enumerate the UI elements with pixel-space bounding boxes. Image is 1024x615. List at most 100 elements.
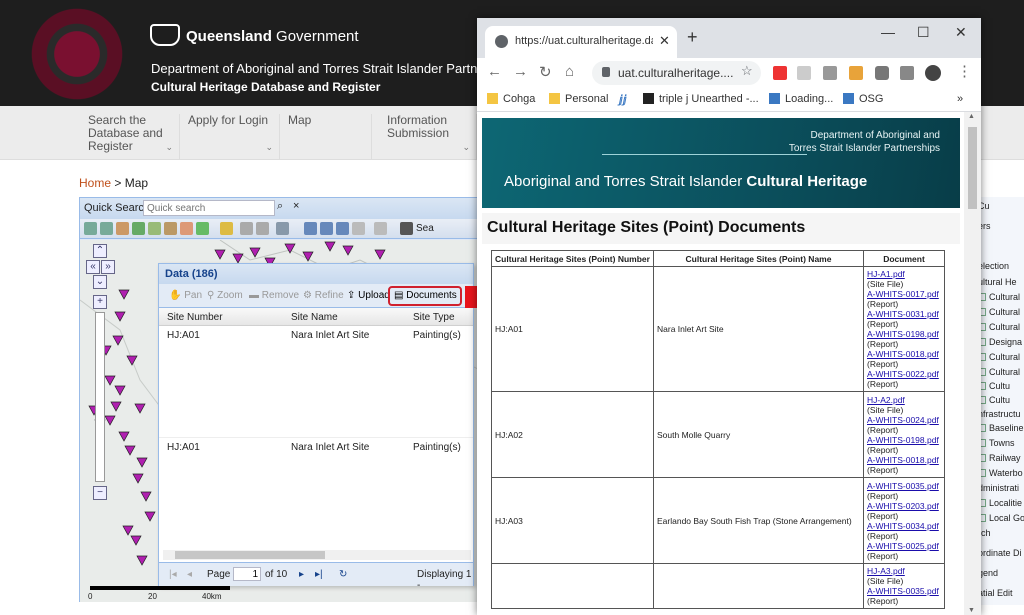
zoom-slider[interactable] [95,312,105,482]
nav-search-register[interactable]: Search the Database and Register ⌄ [88,114,180,160]
bookmark-loading[interactable]: Loading... [769,93,833,105]
document-link[interactable]: HJ-A1.pdf [867,269,941,279]
site-marker[interactable] [232,253,244,264]
document-link[interactable]: A-WHITS-0017.pdf [867,289,941,299]
site-marker[interactable] [136,457,148,468]
layer-item[interactable]: gend [978,568,998,578]
window-icon[interactable] [374,222,387,235]
document-link[interactable]: A-WHITS-0198.pdf [867,329,941,339]
upload-button[interactable]: ⇪ Upload [347,290,390,301]
document-link[interactable]: A-WHITS-0018.pdf [867,455,941,465]
layer-item[interactable]: atial Edit [978,588,1013,598]
site-marker[interactable] [214,249,226,260]
bookmark-personal[interactable]: Personal [549,93,608,105]
site-marker[interactable] [112,335,124,346]
scroll-thumb[interactable] [175,551,325,559]
site-marker[interactable] [144,511,156,522]
layer-item[interactable]: Towns [978,438,1015,448]
document-link[interactable]: HJ-A2.pdf [867,395,941,405]
close-icon[interactable]: ✕ [659,33,670,49]
profile-icon[interactable] [925,65,941,81]
bookmark-osg[interactable]: OSG [843,93,883,105]
nav-information-submission[interactable]: Information Submission ⌄ [387,114,477,160]
pan-button[interactable]: ✋ Pan [169,290,202,301]
site-marker[interactable] [118,289,130,300]
forward-icon[interactable] [100,222,113,235]
layer-item[interactable]: Cultural [978,307,1020,317]
zoom-up-icon[interactable]: ⌃ [93,244,107,258]
layer-item[interactable]: Cultural [978,292,1020,302]
search-icon[interactable]: ⌕ [277,200,291,216]
document-link[interactable]: A-WHITS-0024.pdf [867,415,941,425]
site-marker[interactable] [104,415,116,426]
site-marker[interactable] [140,491,152,502]
globe-icon[interactable] [132,222,145,235]
layer-item[interactable]: Localitie [978,498,1022,508]
document-link[interactable]: A-WHITS-0034.pdf [867,521,941,531]
site-marker[interactable] [132,473,144,484]
site-marker[interactable] [342,245,354,256]
next-page-icon[interactable]: ▸ [299,569,304,580]
document-link[interactable]: A-WHITS-0035.pdf [867,586,941,596]
last-page-icon[interactable]: ▸| [315,569,323,580]
layer-item[interactable]: Designa [978,337,1022,347]
star-icon[interactable]: ☆ [741,63,753,79]
toolbar-search-label[interactable]: Sea [416,223,434,234]
pencil-icon[interactable] [220,222,233,235]
layer-item[interactable]: Local Go [978,513,1024,523]
select-icon[interactable] [240,222,253,235]
site-marker[interactable] [126,355,138,366]
site-marker[interactable] [122,525,134,536]
home-icon[interactable] [116,222,129,235]
government-name[interactable]: Queensland Government [186,28,359,45]
reload-icon[interactable]: ↻ [539,63,552,81]
zoom-icon[interactable] [164,222,177,235]
nav-apply-login[interactable]: Apply for Login ⌄ [188,114,280,160]
quick-search-input[interactable] [143,200,275,216]
new-tab-button[interactable]: + [687,28,698,46]
scroll-down-icon[interactable]: ▼ [968,607,975,614]
layer-item[interactable]: Waterbo [978,468,1023,478]
document-link[interactable]: A-WHITS-0203.pdf [867,501,941,511]
site-marker[interactable] [136,555,148,566]
layer-item[interactable]: Cultural [978,352,1020,362]
layer-item[interactable]: ordinate Di [978,548,1022,558]
camera-icon[interactable] [823,66,837,80]
bookmark-cohga[interactable]: Cohga [487,93,535,105]
site-marker[interactable] [249,247,261,258]
first-page-icon[interactable]: |◂ [169,569,177,580]
prev-page-icon[interactable]: ◂ [187,569,192,580]
layer-item[interactable]: Cultu [978,381,1010,391]
extension-icon[interactable] [797,66,811,80]
col-site-type[interactable]: Site Type [413,312,455,323]
pan-icon[interactable] [148,222,161,235]
document-link[interactable]: A-WHITS-0025.pdf [867,541,941,551]
site-marker[interactable] [302,251,314,262]
close-window-icon[interactable]: ✕ [955,24,967,41]
document-link[interactable]: A-WHITS-0031.pdf [867,309,941,319]
zoom-in-button[interactable]: + [93,295,107,309]
layer2-icon[interactable] [320,222,333,235]
browser-tab[interactable]: https://uat.culturalheritage.datsip ✕ [485,26,677,58]
bookmark-triplej[interactable]: triple j Unearthed -... [643,93,759,105]
page-number-input[interactable] [233,567,261,581]
zoom-button[interactable]: ⚲ Zoom [207,290,243,301]
layer-item[interactable]: dministrati [978,483,1019,493]
zoom-out-button[interactable]: − [93,486,107,500]
jj-icon[interactable]: ⅉⅉ [619,93,627,106]
home-icon[interactable]: ⌂ [565,63,574,80]
site-marker[interactable] [124,445,136,456]
url-field[interactable]: uat.culturalheritage.... [592,61,761,85]
site-marker[interactable] [130,535,142,546]
data-window-title[interactable]: Data (186) [159,264,473,284]
layer-item[interactable]: Cultural [978,322,1020,332]
binoculars-icon[interactable] [400,222,413,235]
site-marker[interactable] [324,241,336,252]
site-marker[interactable] [374,249,386,260]
hand-icon[interactable] [180,222,193,235]
breadcrumb-home[interactable]: Home [79,176,111,190]
document-link[interactable]: A-WHITS-0018.pdf [867,349,941,359]
document-link[interactable]: A-WHITS-0035.pdf [867,481,941,491]
info-icon[interactable] [336,222,349,235]
site-marker[interactable] [110,401,122,412]
